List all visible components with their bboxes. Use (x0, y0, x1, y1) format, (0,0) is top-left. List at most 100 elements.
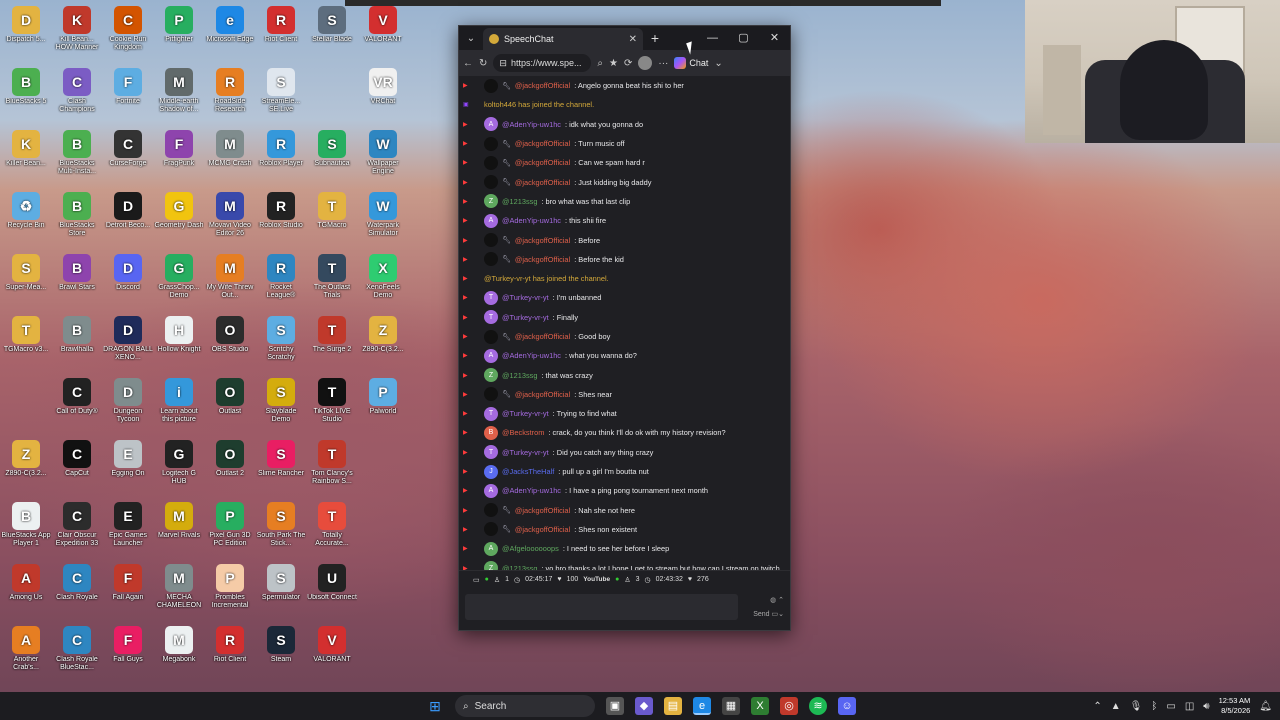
desktop-icon[interactable]: T TGMacro (307, 188, 357, 250)
desktop-icon[interactable]: S Subnautica (307, 126, 357, 188)
desktop-icon[interactable]: V VALORANT (307, 622, 357, 684)
desktop-icon[interactable]: P Pitfighter (154, 2, 204, 64)
desktop-icon[interactable]: G Geometry Dash (154, 188, 204, 250)
desktop-icon[interactable]: B BlueStacks Multi-Insta... (52, 126, 102, 188)
desktop-icon[interactable]: D Detroit Beco... (103, 188, 153, 250)
desktop-icon[interactable]: D Dungeon Tycoon (103, 374, 153, 436)
chat-username[interactable]: @1213ssg (502, 197, 537, 206)
chat-username[interactable]: @jackgoffOfficial (515, 332, 570, 341)
desktop-icon[interactable]: M Megabonk (154, 622, 204, 684)
desktop-icon[interactable]: C Clair Obscur Expedition 33 (52, 498, 102, 560)
emoji-icon[interactable]: ◍ ⌃ (744, 596, 784, 604)
desktop-icon[interactable]: i Learn about this picture (154, 374, 204, 436)
desktop-icon[interactable]: B BlueStacks 5 (1, 64, 51, 126)
network-icon[interactable]: ◫ (1185, 701, 1194, 712)
desktop-icon[interactable]: T The Outlast Trials (307, 250, 357, 312)
store-icon[interactable]: ▦ (722, 697, 740, 715)
desktop-icon[interactable]: S Scritchy Scratchy (256, 312, 306, 374)
tab-close-icon[interactable]: ✕ (629, 34, 637, 45)
desktop-icon[interactable]: R Rocket League® (256, 250, 306, 312)
close-window-button[interactable]: ✕ (759, 26, 790, 50)
desktop-icon[interactable]: ♻ Recycle Bin (1, 188, 51, 250)
more-menu-icon[interactable]: ··· (658, 58, 668, 69)
spotify-icon[interactable]: ≋ (809, 697, 827, 715)
desktop-icon[interactable]: S South Park The Stick... (256, 498, 306, 560)
desktop-icon[interactable]: R Roblox Studio (256, 188, 306, 250)
discord-taskbar-icon[interactable]: ☺ (838, 697, 856, 715)
tray-overflow-icon[interactable]: ⌃ (1093, 701, 1101, 712)
desktop-icon[interactable]: B BlueStacks Store (52, 188, 102, 250)
minimize-button[interactable]: — (697, 26, 728, 50)
chat-username[interactable]: @jackgoffOfficial (515, 525, 570, 534)
taskbar-search[interactable]: ⌕ Search (455, 695, 595, 717)
chat-username[interactable]: @JacksTheHalf (502, 467, 554, 476)
desktop-icon[interactable]: T TGMacro v3... (1, 312, 51, 374)
desktop-icon[interactable]: C Call of Duty® (52, 374, 102, 436)
tab-list-chevron-icon[interactable]: ⌄ (459, 33, 483, 44)
desktop-icon[interactable]: V VALORANT (358, 2, 408, 64)
desktop-icon[interactable]: T Totally Accurate... (307, 498, 357, 560)
new-tab-button[interactable]: + (643, 30, 667, 46)
desktop-icon[interactable]: C Clash Champions (52, 64, 102, 126)
desktop-icon[interactable]: T Tom Clancy's Rainbow S... (307, 436, 357, 498)
chat-username[interactable]: @AdenYip-uw1hc (502, 216, 561, 225)
desktop-icon[interactable]: T The Surge 2 (307, 312, 357, 374)
chat-username[interactable]: @jackgoffOfficial (515, 158, 570, 167)
desktop-icon[interactable]: D DRAGON BALL XENO... (103, 312, 153, 374)
desktop-icon[interactable]: C Clash Royale BlueStac... (52, 622, 102, 684)
desktop-icon[interactable]: A Another Crab's... (1, 622, 51, 684)
desktop-icon[interactable]: e Microsoft Edge (205, 2, 255, 64)
desktop-icon[interactable]: K Killer Bean... (1, 126, 51, 188)
chat-username[interactable]: @Afgeloooooops (502, 544, 559, 553)
desktop-icon[interactable]: B BlueStacks App Player 1 (1, 498, 51, 560)
zoom-icon[interactable]: ⌕ (597, 58, 603, 69)
desktop-icon[interactable]: E Egging On (103, 436, 153, 498)
desktop-icon[interactable]: M My Wife Threw Out... (205, 250, 255, 312)
extension-icon[interactable]: ⟳ (624, 58, 632, 69)
desktop-icon[interactable]: P Prombles Incremental (205, 560, 255, 622)
desktop-icon[interactable]: O Outlast 2 (205, 436, 255, 498)
copilot-taskbar-icon[interactable]: ◆ (635, 697, 653, 715)
chat-username[interactable]: @AdenYip-uw1hc (502, 351, 561, 360)
desktop-icon[interactable]: G GrassChop... Demo (154, 250, 204, 312)
desktop-icon[interactable]: Z Z890-C(3.2... (358, 312, 408, 374)
desktop-icon[interactable]: D Discord (103, 250, 153, 312)
desktop-icon[interactable]: S StreamEle... SE.Live (256, 64, 306, 126)
chat-username[interactable]: @jackgoffOfficial (515, 390, 570, 399)
edge-taskbar-icon[interactable]: e (693, 697, 711, 715)
desktop-icon[interactable]: U Ubisoft Connect (307, 560, 357, 622)
desktop-icon[interactable]: R Riot Client (205, 622, 255, 684)
start-button-icon[interactable]: ⊞ (426, 697, 444, 715)
display-icon[interactable]: ▭ (1166, 701, 1175, 712)
desktop-icon[interactable]: C Cookie Run Kingdom (103, 2, 153, 64)
chat-username[interactable]: @jackgoffOfficial (515, 81, 570, 90)
send-button[interactable]: Send ▭⌄ (744, 610, 784, 618)
desktop-icon[interactable]: K Kill Bean... HOW Manner (52, 2, 102, 64)
chat-username[interactable]: @AdenYip-uw1hc (502, 486, 561, 495)
chat-username[interactable]: @1213ssg (502, 564, 537, 570)
desktop-icon[interactable]: S Spermulator (256, 560, 306, 622)
chat-username[interactable]: @jackgoffOfficial (515, 255, 570, 264)
desktop-icon[interactable]: F FragPunk (154, 126, 204, 188)
desktop-icon[interactable]: C Clash Royale (52, 560, 102, 622)
url-field[interactable]: ⊟ https://www.spe... (493, 54, 592, 72)
volume-icon[interactable]: 🔊︎ (1203, 701, 1209, 712)
tray-app-icon[interactable]: ▲ (1111, 701, 1121, 712)
desktop-icon[interactable]: F Fortnite (103, 64, 153, 126)
desktop-icon[interactable]: F Fall Again (103, 560, 153, 622)
desktop-icon[interactable]: M MECHA CHAMELEON (154, 560, 204, 622)
desktop-icon[interactable]: D Dispatch 5... (1, 2, 51, 64)
tab-speechchat[interactable]: SpeechChat ✕ (483, 28, 643, 50)
chat-username[interactable]: @jackgoffOfficial (515, 139, 570, 148)
chat-username[interactable]: @jackgoffOfficial (515, 236, 570, 245)
desktop-icon[interactable]: VR VRChat (358, 64, 408, 126)
desktop-icon[interactable]: B Brawl Stars (52, 250, 102, 312)
chat-username[interactable]: @Turkey-vr-yt (502, 448, 549, 457)
chat-username[interactable]: @Turkey-vr-yt (502, 313, 549, 322)
desktop-icon[interactable]: C CapCut (52, 436, 102, 498)
refresh-icon[interactable]: ↻ (479, 58, 487, 69)
desktop-icon[interactable]: Z Z890-C(3.2... (1, 436, 51, 498)
microphone-icon[interactable]: 🎙︎ (1130, 701, 1143, 712)
desktop-icon[interactable]: G Logitech G HUB (154, 436, 204, 498)
desktop-icon[interactable]: M MCMG Crash (205, 126, 255, 188)
